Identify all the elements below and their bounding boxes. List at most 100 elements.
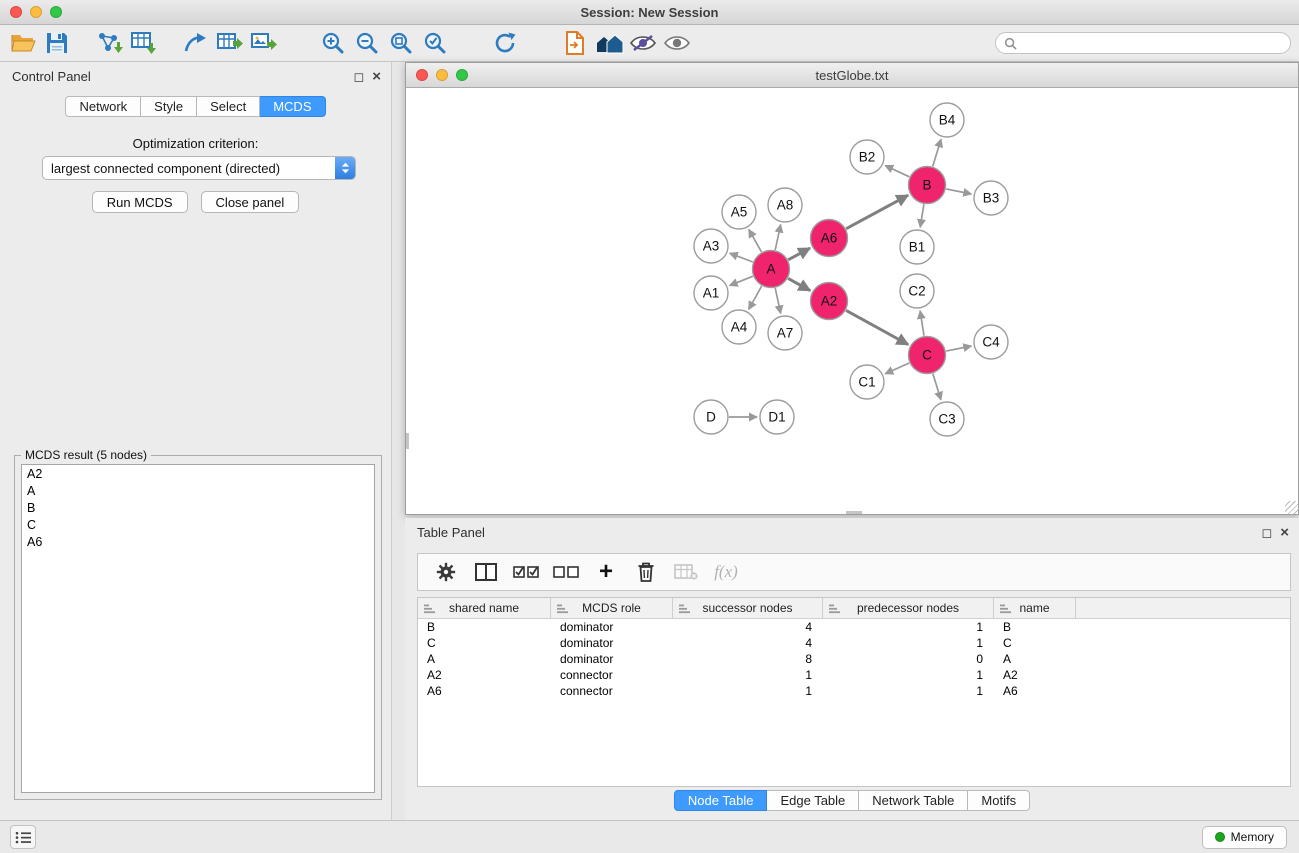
memory-button[interactable]: Memory: [1202, 826, 1287, 849]
graph-edge-A-A8[interactable]: [775, 225, 781, 251]
graph-node-D1[interactable]: D1: [760, 400, 794, 434]
graph-node-B[interactable]: B: [909, 167, 946, 204]
search-input[interactable]: [1022, 36, 1282, 50]
graph-node-B3[interactable]: B3: [974, 181, 1008, 215]
table-row[interactable]: A2connector11A2: [418, 667, 1290, 683]
tab-network[interactable]: Network: [65, 96, 141, 117]
graph-edge-C-C1[interactable]: [885, 363, 909, 374]
graph-node-A4[interactable]: A4: [722, 310, 756, 344]
column-header-MCDS-role[interactable]: MCDS role: [551, 598, 673, 618]
tab-select[interactable]: Select: [197, 96, 260, 117]
graph-edge-C-C3[interactable]: [933, 374, 941, 400]
graph-edge-C-C4[interactable]: [946, 346, 971, 351]
graph-edge-B-B3[interactable]: [946, 189, 971, 194]
close-table-panel-icon[interactable]: ×: [1280, 525, 1289, 540]
create-new-column-icon[interactable]: +: [588, 556, 624, 588]
tab-edge-table[interactable]: Edge Table: [767, 790, 859, 811]
column-header-predecessor-nodes[interactable]: predecessor nodes: [823, 598, 994, 618]
close-panel-icon[interactable]: ×: [372, 69, 381, 84]
graph-node-A[interactable]: A: [753, 251, 790, 288]
graph-node-C4[interactable]: C4: [974, 325, 1008, 359]
graph-edge-A6-B[interactable]: [846, 195, 908, 229]
float-table-panel-icon[interactable]: ◻: [1261, 526, 1272, 539]
graph-node-A7[interactable]: A7: [768, 316, 802, 350]
close-view-button[interactable]: [416, 69, 428, 81]
horizontal-scroll-indicator[interactable]: [846, 511, 862, 514]
result-item[interactable]: A2: [22, 466, 374, 483]
graph-node-B1[interactable]: B1: [900, 230, 934, 264]
table-row[interactable]: A6connector11A6: [418, 683, 1290, 699]
column-header-shared-name[interactable]: shared name: [418, 598, 551, 618]
graph-node-A8[interactable]: A8: [768, 188, 802, 222]
tab-network-table[interactable]: Network Table: [859, 790, 968, 811]
zoom-view-button[interactable]: [456, 69, 468, 81]
resize-grip[interactable]: [1285, 501, 1298, 514]
tab-node-table[interactable]: Node Table: [674, 790, 768, 811]
export-table-icon[interactable]: [212, 27, 246, 59]
graph-node-B4[interactable]: B4: [930, 103, 964, 137]
result-item[interactable]: C: [22, 517, 374, 534]
unselect-all-columns-icon[interactable]: [548, 556, 584, 588]
minimize-window-button[interactable]: [30, 6, 42, 18]
graph-node-C1[interactable]: C1: [850, 365, 884, 399]
graph-edge-A2-C[interactable]: [846, 310, 908, 344]
graph-node-C[interactable]: C: [909, 337, 946, 374]
toggle-graphics-details-icon[interactable]: [626, 27, 660, 59]
graph-node-A5[interactable]: A5: [722, 195, 756, 229]
graph-edge-A-A4[interactable]: [749, 286, 762, 309]
close-panel-button[interactable]: Close panel: [201, 191, 300, 213]
result-item[interactable]: A6: [22, 534, 374, 551]
tab-motifs[interactable]: Motifs: [968, 790, 1030, 811]
zoom-in-icon[interactable]: [316, 27, 350, 59]
table-row[interactable]: Cdominator41C: [418, 635, 1290, 651]
search-field[interactable]: [995, 32, 1291, 54]
table-settings-icon[interactable]: [428, 556, 464, 588]
open-file-icon[interactable]: [558, 27, 592, 59]
zoom-window-button[interactable]: [50, 6, 62, 18]
graph-edge-A-A1[interactable]: [730, 276, 753, 285]
result-item[interactable]: A: [22, 483, 374, 500]
column-header-successor-nodes[interactable]: successor nodes: [673, 598, 823, 618]
graph-edge-B-B2[interactable]: [885, 166, 909, 177]
graph-edge-B-B1[interactable]: [920, 204, 924, 227]
network-canvas[interactable]: B4B2BB3A5A8A6A3B1AA1C2A2A4A7C4CC1C3DD1: [406, 88, 1298, 514]
import-table-from-file-icon[interactable]: [126, 27, 160, 59]
graph-edge-A-A7[interactable]: [775, 288, 781, 314]
graph-edge-A-A5[interactable]: [749, 229, 762, 252]
export-image-icon[interactable]: [246, 27, 280, 59]
graph-node-A6[interactable]: A6: [811, 220, 848, 257]
network-window-titlebar[interactable]: testGlobe.txt: [406, 63, 1298, 88]
show-hide-panels-icon[interactable]: [660, 27, 694, 59]
zoom-out-icon[interactable]: [350, 27, 384, 59]
table-row[interactable]: Adominator80A: [418, 651, 1290, 667]
zoom-selected-icon[interactable]: [418, 27, 452, 59]
close-window-button[interactable]: [10, 6, 22, 18]
import-network-from-file-icon[interactable]: [92, 27, 126, 59]
tab-style[interactable]: Style: [141, 96, 197, 117]
vertical-scroll-indicator[interactable]: [406, 433, 409, 449]
function-builder-icon[interactable]: f(x): [708, 556, 744, 588]
show-columns-icon[interactable]: [468, 556, 504, 588]
delete-table-icon[interactable]: [668, 556, 704, 588]
graph-node-A3[interactable]: A3: [694, 229, 728, 263]
graph-edge-B-B4[interactable]: [933, 139, 941, 166]
graph-node-C3[interactable]: C3: [930, 402, 964, 436]
float-panel-icon[interactable]: ◻: [353, 70, 364, 83]
network-graph[interactable]: B4B2BB3A5A8A6A3B1AA1C2A2A4A7C4CC1C3DD1: [406, 88, 1298, 514]
zoom-fit-icon[interactable]: [384, 27, 418, 59]
optimization-criterion-select[interactable]: largest connected component (directed): [42, 156, 356, 180]
open-session-icon[interactable]: [6, 27, 40, 59]
delete-columns-icon[interactable]: [628, 556, 664, 588]
mcds-result-list[interactable]: A2ABCA6: [21, 464, 375, 793]
graph-edge-A-A6[interactable]: [788, 248, 810, 260]
select-all-columns-icon[interactable]: [508, 556, 544, 588]
graph-node-A1[interactable]: A1: [694, 276, 728, 310]
graph-node-C2[interactable]: C2: [900, 274, 934, 308]
column-header-name[interactable]: name: [994, 598, 1076, 618]
result-item[interactable]: B: [22, 500, 374, 517]
minimize-view-button[interactable]: [436, 69, 448, 81]
tab-mcds[interactable]: MCDS: [260, 96, 325, 117]
table-row[interactable]: Bdominator41B: [418, 619, 1290, 635]
graph-edge-C-C2[interactable]: [920, 311, 924, 336]
run-mcds-button[interactable]: Run MCDS: [92, 191, 188, 213]
